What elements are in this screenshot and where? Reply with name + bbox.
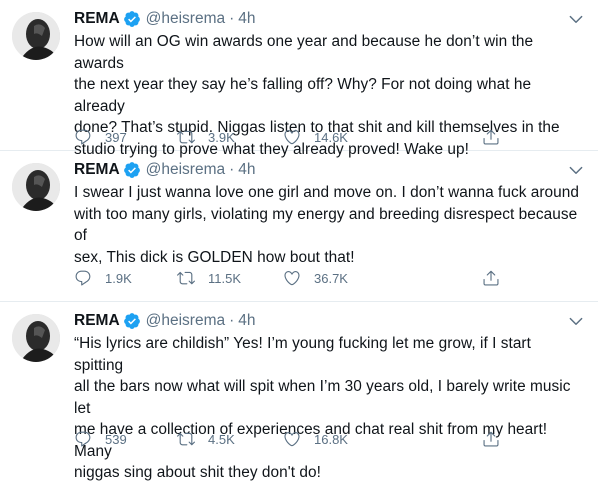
user-handle[interactable]: @heisrema [146,10,225,28]
heart-icon [284,271,300,286]
reply-icon [75,129,91,145]
verified-badge-icon [123,161,141,179]
tweet-header: REMA @heisrema · 4h [74,160,588,180]
display-name[interactable]: REMA [74,312,120,330]
tweet-header: REMA @heisrema · 4h [74,311,588,331]
tweet-text-line: “His lyrics are childish” Yes! I’m young… [74,335,531,374]
separator-dot: · [229,10,235,27]
tweet[interactable]: REMA @heisrema · 4h I swear I just wanna… [0,151,598,302]
heart-icon [284,432,300,447]
like-count: 36.7K [314,270,348,286]
reply-count: 397 [105,129,127,145]
user-handle[interactable]: @heisrema [146,161,225,179]
tweet-text-line: with too many girls, violating my energy… [74,205,578,245]
tweet-text-line: How will an OG win awards one year and b… [74,33,534,72]
retweet-icon [177,130,195,144]
verified-badge-icon [123,10,141,28]
share-icon [483,270,499,286]
heart-icon [284,130,300,145]
tweet-text-line: the next year they say he’s falling off?… [74,76,532,115]
reply-icon [75,270,91,286]
tweet-text-line: sex, This dick is GOLDEN how bout that! [74,248,355,266]
separator-dot: · [229,312,235,329]
tweet-actions: 397 3.9K 14.6K [74,126,598,148]
display-name[interactable]: REMA [74,10,120,28]
avatar[interactable] [12,314,60,362]
like-button[interactable]: 14.6K [283,126,348,148]
display-name[interactable]: REMA [74,161,120,179]
retweet-button[interactable]: 3.9K [177,126,235,148]
more-options-icon[interactable] [566,161,586,179]
reply-icon [75,431,91,447]
avatar[interactable] [12,163,60,211]
like-count: 14.6K [314,129,348,145]
tweet-actions: 539 4.5K 16.8K [74,428,598,450]
reply-button[interactable]: 1.9K [74,267,132,289]
profile-photo-icon [12,12,60,60]
tweet-header: REMA @heisrema · 4h [74,9,588,29]
tweet[interactable]: REMA @heisrema · 4h “His lyrics are chil… [0,302,598,481]
like-count: 16.8K [314,431,348,447]
tweet-actions: 1.9K 11.5K 36.7K [74,267,598,289]
tweet-text: “His lyrics are childish” Yes! I’m young… [74,333,580,484]
more-options-icon[interactable] [566,10,586,28]
user-handle[interactable]: @heisrema [146,312,225,330]
verified-badge-icon [123,312,141,330]
share-icon [483,431,499,447]
avatar[interactable] [12,12,60,60]
share-button[interactable] [482,126,500,148]
like-button[interactable]: 16.8K [283,428,348,450]
retweet-button[interactable]: 11.5K [177,267,241,289]
separator-dot: · [229,161,235,178]
retweet-button[interactable]: 4.5K [177,428,235,450]
share-button[interactable] [482,428,500,450]
reply-count: 539 [105,431,127,447]
tweet-text-line: all the bars now what will spit when I’m… [74,378,571,417]
profile-photo-icon [12,163,60,211]
retweet-count: 3.9K [208,129,235,145]
reply-button[interactable]: 539 [74,428,127,450]
retweet-count: 4.5K [208,431,235,447]
profile-photo-icon [12,314,60,362]
retweet-icon [177,271,195,285]
retweet-icon [177,432,195,446]
timestamp[interactable]: 4h [238,161,255,179]
timestamp[interactable]: 4h [238,10,255,28]
like-button[interactable]: 36.7K [283,267,348,289]
tweet-text: I swear I just wanna love one girl and m… [74,182,580,268]
timestamp[interactable]: 4h [238,312,255,330]
share-icon [483,129,499,145]
more-options-icon[interactable] [566,312,586,330]
tweet-text-line: niggas sing about shit they don't do! [74,464,321,481]
tweet[interactable]: REMA @heisrema · 4h How will an OG win a… [0,0,598,158]
reply-count: 1.9K [105,270,132,286]
retweet-count: 11.5K [208,270,242,286]
tweet-text-line: I swear I just wanna love one girl and m… [74,184,579,201]
reply-button[interactable]: 397 [74,126,127,148]
tweet-feed: REMA @heisrema · 4h How will an OG win a… [0,0,598,481]
share-button[interactable] [482,267,500,289]
